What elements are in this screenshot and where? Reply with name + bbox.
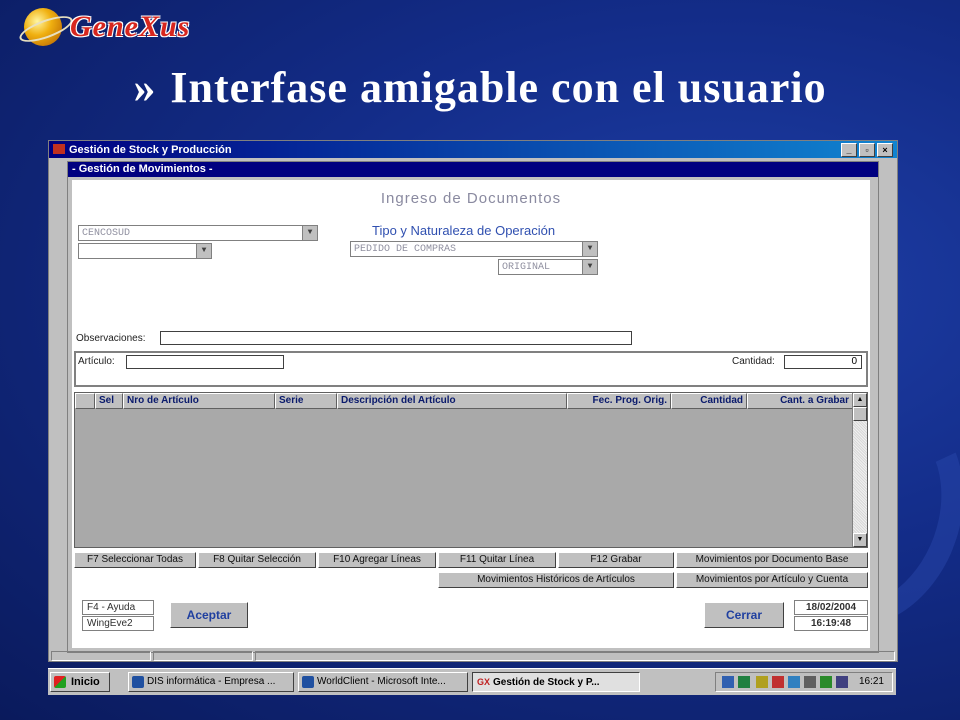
title-bullet: »: [133, 63, 157, 112]
tray-monitor-icon[interactable]: [788, 676, 800, 688]
slide-title: » Interfase amigable con el usuario: [0, 62, 960, 113]
grid-header: Sel Nro de Artículo Serie Descripción de…: [75, 393, 853, 409]
operation-combo-value: PEDIDO DE COMPRAS: [354, 244, 457, 255]
program-name: WingEve2: [82, 616, 154, 631]
chevron-down-icon[interactable]: ▼: [196, 244, 211, 258]
taskbar-item-gestion[interactable]: GX Gestión de Stock y P...: [472, 672, 640, 692]
articles-grid[interactable]: Sel Nro de Artículo Serie Descripción de…: [74, 392, 868, 548]
grid-col-fec-prog[interactable]: Fec. Prog. Orig.: [567, 393, 671, 409]
taskbar-item-dis[interactable]: DIS informática - Empresa ...: [128, 672, 294, 692]
taskbar-clock[interactable]: 16:21: [859, 676, 884, 687]
taskbar-item-label: Gestión de Stock y P...: [493, 677, 600, 688]
select-all-button[interactable]: F7 Seleccionar Todas: [74, 552, 196, 568]
accept-button[interactable]: Aceptar: [170, 602, 248, 628]
taskbar-item-label: WorldClient - Microsoft Inte...: [317, 676, 446, 687]
tray-volume-icon[interactable]: [836, 676, 848, 688]
start-label: Inicio: [71, 676, 100, 688]
status-cell: [153, 651, 253, 661]
genexus-app-icon: GX: [477, 677, 491, 687]
cantidad-label: Cantidad:: [732, 356, 775, 367]
observaciones-field[interactable]: [160, 331, 632, 345]
grid-col-cantidad[interactable]: Cantidad: [671, 393, 747, 409]
scroll-thumb[interactable]: [853, 407, 867, 421]
minimize-button[interactable]: _: [841, 143, 857, 157]
start-button[interactable]: Inicio: [50, 672, 110, 692]
windows-logo-icon: [54, 676, 66, 688]
app-icon: [53, 144, 65, 154]
operation-heading: Tipo y Naturaleza de Operación: [372, 223, 556, 238]
scroll-up-icon[interactable]: ▲: [853, 393, 867, 407]
close-form-button[interactable]: Cerrar: [704, 602, 784, 628]
chevron-down-icon[interactable]: ▼: [582, 260, 597, 274]
nature-combo-value: ORIGINAL: [502, 262, 551, 273]
tray-antivirus-icon[interactable]: [756, 676, 768, 688]
save-button[interactable]: F12 Grabar: [558, 552, 674, 568]
add-lines-button[interactable]: F10 Agregar Líneas: [318, 552, 436, 568]
tray-app-icon[interactable]: [738, 676, 750, 688]
child-window: - Gestión de Movimientos - Ingreso de Do…: [67, 161, 879, 653]
main-titlebar[interactable]: Gestión de Stock y Producción _ ▫ ×: [49, 141, 897, 158]
historical-movements-button[interactable]: Movimientos Históricos de Artículos: [438, 572, 674, 588]
chevron-down-icon[interactable]: ▼: [302, 226, 317, 240]
date-display: 18/02/2004: [794, 600, 868, 615]
close-button[interactable]: ×: [877, 143, 893, 157]
main-window: Gestión de Stock y Producción _ ▫ × - Ge…: [48, 140, 898, 662]
observaciones-label: Observaciones:: [76, 333, 146, 344]
windows-taskbar: Inicio DIS informática - Empresa ... Wor…: [48, 668, 896, 695]
grid-col-cant-grabar[interactable]: Cant. a Grabar: [747, 393, 853, 409]
remove-selection-button[interactable]: F8 Quitar Selección: [198, 552, 316, 568]
grid-col-sel[interactable]: Sel: [95, 393, 123, 409]
status-cell: [51, 651, 151, 661]
second-combo[interactable]: ▼: [78, 243, 212, 259]
tray-network-icon[interactable]: [722, 676, 734, 688]
company-combo[interactable]: CENCOSUD ▼: [78, 225, 318, 241]
tray-app-icon[interactable]: [804, 676, 816, 688]
help-label: F4 - Ayuda: [82, 600, 154, 615]
document-form: Ingreso de Documentos CENCOSUD ▼ ▼ Tipo …: [72, 180, 870, 648]
status-cell: [255, 651, 895, 661]
time-display: 16:19:48: [794, 616, 868, 631]
status-bar: [49, 651, 897, 661]
articulo-field[interactable]: [126, 355, 284, 369]
grid-scrollbar[interactable]: ▲ ▼: [852, 393, 867, 547]
movements-by-document-button[interactable]: Movimientos por Documento Base: [676, 552, 868, 568]
chevron-down-icon[interactable]: ▼: [582, 242, 597, 256]
operation-combo[interactable]: PEDIDO DE COMPRAS ▼: [350, 241, 598, 257]
articulo-label: Artículo:: [78, 356, 115, 367]
genexus-logo: GeneXus: [16, 6, 232, 50]
company-combo-value: CENCOSUD: [82, 228, 131, 239]
taskbar-item-label: DIS informática - Empresa ...: [147, 676, 276, 687]
grid-col-blank: [75, 393, 95, 409]
article-entry-box: Artículo: Cantidad: 0: [74, 351, 868, 387]
grid-col-serie[interactable]: Serie: [275, 393, 337, 409]
app-icon: [132, 676, 144, 688]
title-text: Interfase amigable con el usuario: [170, 63, 827, 112]
grid-col-nro-articulo[interactable]: Nro de Artículo: [123, 393, 275, 409]
logo-text: GeneXus: [70, 10, 191, 43]
grid-col-descripcion[interactable]: Descripción del Artículo: [337, 393, 567, 409]
taskbar-item-worldclient[interactable]: WorldClient - Microsoft Inte...: [298, 672, 468, 692]
form-heading: Ingreso de Documentos: [380, 190, 562, 207]
cantidad-field[interactable]: 0: [784, 355, 862, 369]
tray-app-icon[interactable]: [820, 676, 832, 688]
nature-combo[interactable]: ORIGINAL ▼: [498, 259, 598, 275]
main-window-title: Gestión de Stock y Producción: [69, 143, 232, 156]
system-tray: 16:21: [715, 672, 893, 692]
maximize-button[interactable]: ▫: [859, 143, 875, 157]
movements-by-article-button[interactable]: Movimientos por Artículo y Cuenta: [676, 572, 868, 588]
child-window-title[interactable]: - Gestión de Movimientos -: [68, 162, 878, 177]
scroll-down-icon[interactable]: ▼: [853, 533, 867, 547]
browser-icon: [302, 676, 314, 688]
tray-app-icon[interactable]: [772, 676, 784, 688]
remove-line-button[interactable]: F11 Quitar Línea: [438, 552, 556, 568]
